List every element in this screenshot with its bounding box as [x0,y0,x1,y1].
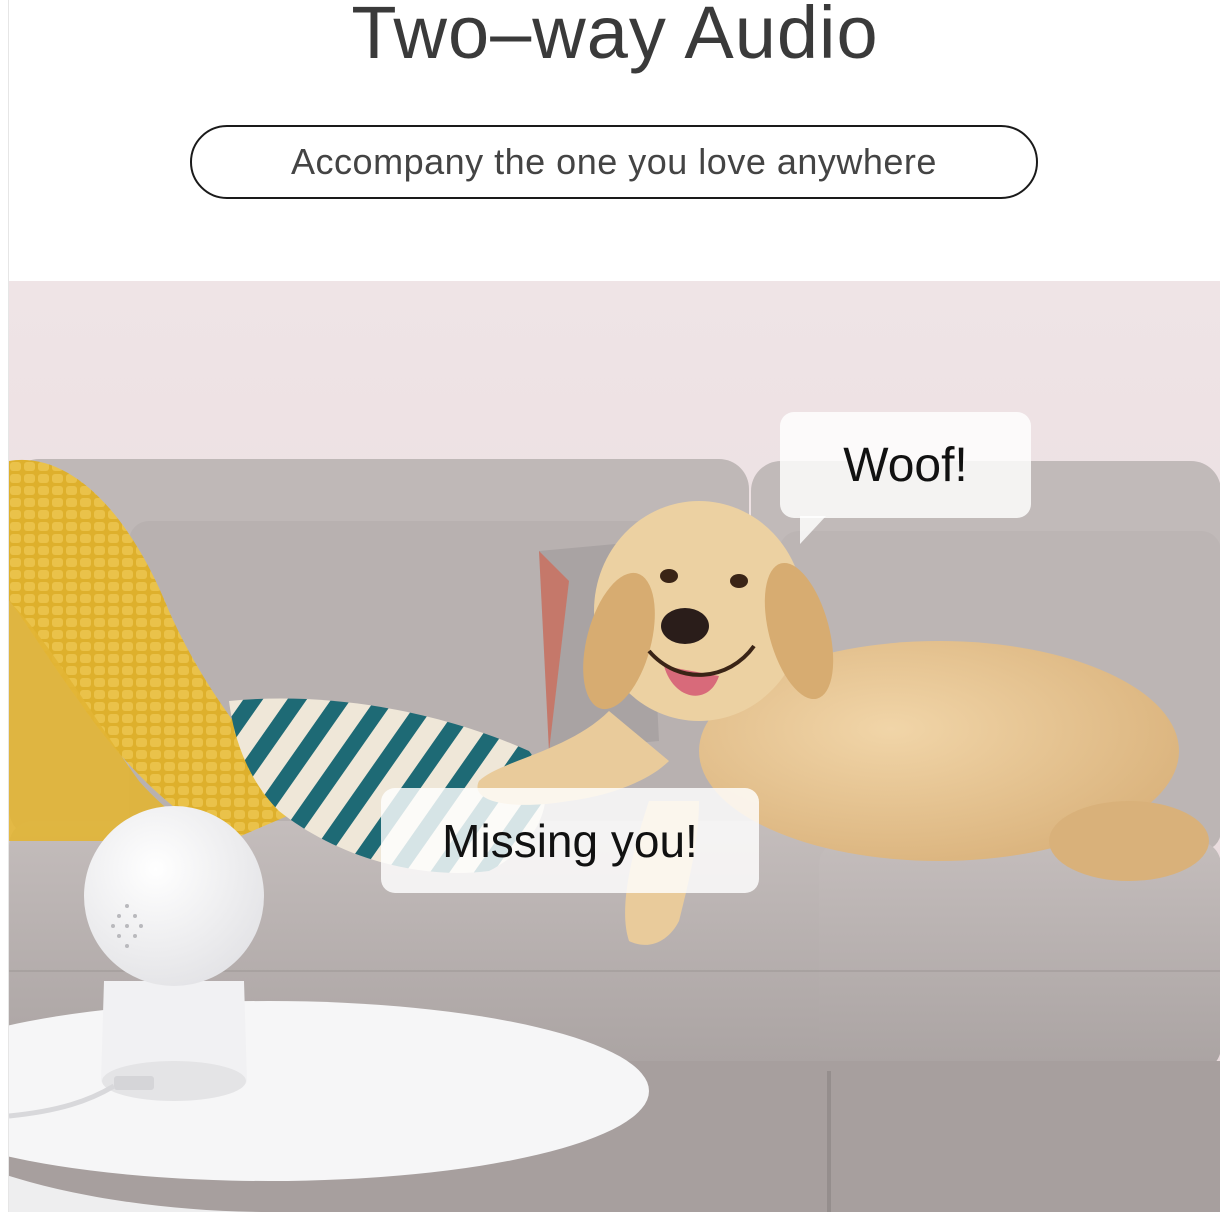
lifestyle-photo: Woof! Missing you! [9,281,1220,1212]
camera-speech-text: Missing you! [442,814,698,867]
page-title: Two–way Audio [351,0,879,74]
dog-speech-bubble: Woof! [780,412,1031,544]
tagline-pill: Accompany the one you love anywhere [190,125,1038,199]
dog-speech-text: Woof! [843,438,968,492]
product-banner: Two–way Audio Accompany the one you love… [8,0,1220,1212]
tagline-text: Accompany the one you love anywhere [291,141,937,182]
scene-illustration [9,281,1220,1212]
camera-speech-bubble: Missing you! [381,788,759,893]
